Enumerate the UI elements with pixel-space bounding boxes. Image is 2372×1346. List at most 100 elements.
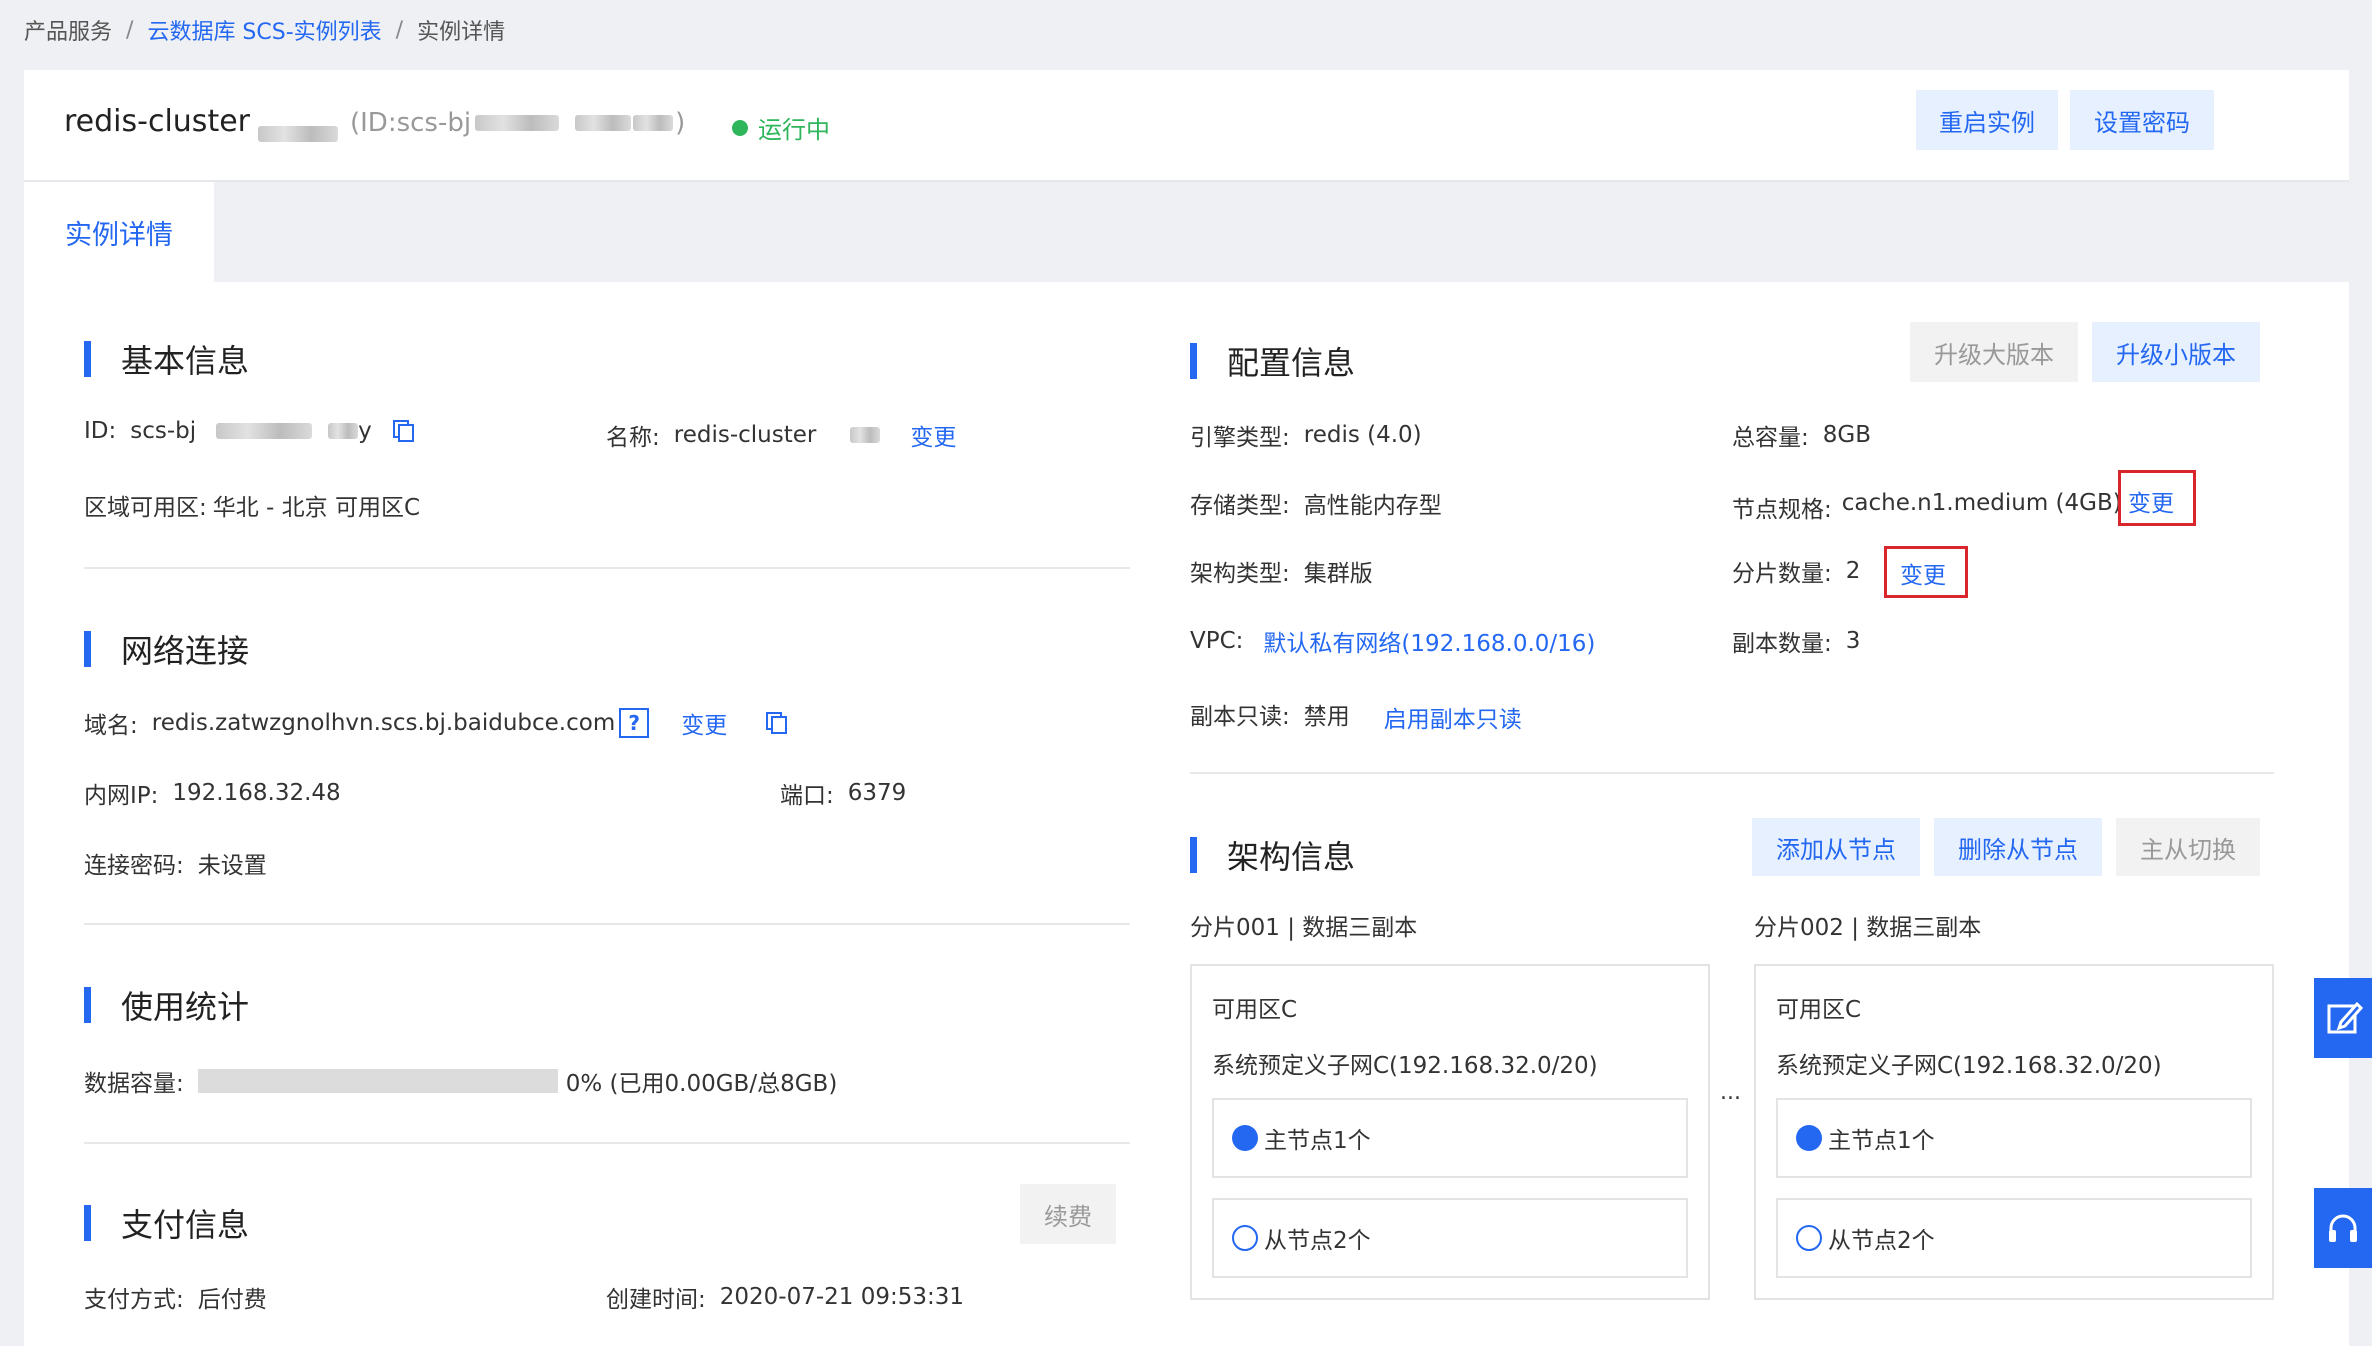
section-divider (1190, 772, 2274, 774)
section-title-text: 架构信息 (1227, 838, 1356, 876)
domain-label: 域名: (84, 713, 138, 739)
renew-button[interactable]: 续费 (1020, 1184, 1116, 1244)
copy-icon[interactable] (765, 711, 789, 735)
copy-icon[interactable] (392, 419, 416, 443)
change-spec-link[interactable]: 变更 (2128, 484, 2174, 518)
redacted-text (216, 423, 313, 439)
master-node-item[interactable]: 主节点1个 (1776, 1098, 2252, 1178)
enable-readonly-link[interactable]: 启用副本只读 (1384, 700, 1522, 734)
basic-name-row: 名称: redis-cluster 变更 (606, 418, 956, 452)
vpc-link[interactable]: 默认私有网络(192.168.0.0/16) (1263, 624, 1595, 658)
shard-count-value: 2 (1845, 558, 1861, 584)
breadcrumb-instance-list[interactable]: 云数据库 SCS-实例列表 (147, 14, 381, 46)
section-title-text: 配置信息 (1227, 344, 1356, 382)
edit-icon[interactable] (2314, 978, 2372, 1058)
vpc-label: VPC: (1190, 628, 1244, 654)
storage-label: 存储类型: (1190, 493, 1290, 519)
config-total-row: 总容量: 8GB (1732, 418, 1871, 452)
section-divider (84, 1142, 1130, 1144)
tab-bar (24, 180, 2349, 282)
capacity-label: 数据容量: (84, 1071, 184, 1097)
slave-node-icon (1232, 1225, 1258, 1251)
id-label: ID: (84, 418, 117, 444)
section-title-text: 使用统计 (121, 988, 250, 1026)
ip-value: 192.168.32.48 (172, 780, 341, 806)
master-node-item[interactable]: 主节点1个 (1212, 1098, 1688, 1178)
password-value: 未设置 (197, 853, 267, 879)
change-shard-count-link[interactable]: 变更 (1900, 556, 1946, 590)
config-shard-row: 分片数量: 2 (1732, 554, 1860, 588)
shard-title: 分片001 | 数据三副本 (1190, 915, 1418, 941)
change-name-link[interactable]: 变更 (910, 418, 956, 452)
breadcrumb-products[interactable]: 产品服务 (24, 14, 112, 46)
password-label: 连接密码: (84, 853, 184, 879)
master-slave-switch-button[interactable]: 主从切换 (2116, 818, 2260, 876)
name-value: redis-cluster (673, 422, 817, 448)
redacted-text (475, 115, 560, 131)
created-time-value: 2020-07-21 09:53:31 (719, 1284, 965, 1310)
section-accent-bar (1190, 837, 1197, 873)
section-divider (84, 923, 1130, 925)
redacted-text (850, 427, 881, 443)
id-value-suffix: y (358, 418, 372, 444)
storage-value: 高性能内存型 (1303, 493, 1442, 519)
readonly-value: 禁用 (1303, 704, 1350, 730)
created-time-label: 创建时间: (606, 1287, 706, 1313)
add-slave-node-button[interactable]: 添加从节点 (1752, 818, 1920, 876)
section-accent-bar (84, 987, 91, 1023)
shard-subnet-link[interactable]: 系统预定义子网C(192.168.32.0/20) (1776, 1046, 2162, 1080)
change-domain-link[interactable]: 变更 (681, 706, 727, 740)
slave-node-label: 从节点2个 (1264, 1228, 1371, 1254)
status-dot-icon (732, 119, 748, 136)
readonly-label: 副本只读: (1190, 704, 1290, 730)
set-password-button[interactable]: 设置密码 (2070, 90, 2214, 150)
total-capacity-label: 总容量: (1732, 425, 1809, 451)
shard-zone: 可用区C (1212, 997, 1298, 1023)
tab-instance-detail[interactable]: 实例详情 (24, 182, 214, 282)
help-icon[interactable]: ? (619, 708, 650, 738)
slave-node-item[interactable]: 从节点2个 (1212, 1198, 1688, 1278)
network-domain-row: 域名: redis.zatwzgnolhvn.scs.bj.baidubce.c… (84, 706, 789, 740)
config-engine-row: 引擎类型: redis (4.0) (1190, 418, 1422, 452)
config-storage-row: 存储类型: 高性能内存型 (1190, 486, 1442, 520)
instance-id: (ID:scs-bj ) (350, 108, 685, 138)
headset-icon[interactable] (2314, 1188, 2372, 1268)
network-password-row: 连接密码: 未设置 (84, 846, 267, 880)
upgrade-major-version-button[interactable]: 升级大版本 (1910, 322, 2078, 382)
upgrade-minor-version-button[interactable]: 升级小版本 (2092, 322, 2260, 382)
arch-type-value: 集群版 (1303, 561, 1373, 587)
network-port-row: 端口: 6379 (780, 776, 906, 810)
master-node-label: 主节点1个 (1828, 1128, 1935, 1154)
section-accent-bar (84, 1205, 91, 1241)
redacted-text (633, 115, 674, 131)
breadcrumb-separator: / (395, 17, 404, 43)
payment-created-row: 创建时间: 2020-07-21 09:53:31 (606, 1280, 964, 1314)
master-node-icon (1796, 1125, 1822, 1151)
config-arch-row: 架构类型: 集群版 (1190, 554, 1373, 588)
slave-node-item[interactable]: 从节点2个 (1776, 1198, 2252, 1278)
section-title-text: 网络连接 (121, 632, 250, 670)
shard-subnet-link[interactable]: 系统预定义子网C(192.168.32.0/20) (1212, 1046, 1598, 1080)
section-title-text: 基本信息 (121, 342, 250, 380)
restart-instance-button[interactable]: 重启实例 (1916, 90, 2058, 150)
status-text: 运行中 (758, 116, 830, 144)
network-ip-row: 内网IP: 192.168.32.48 (84, 776, 341, 810)
replica-count-value: 3 (1845, 628, 1861, 654)
region-label: 区域可用区: (84, 495, 207, 521)
instance-name: redis-cluster (64, 104, 250, 139)
delete-slave-node-button[interactable]: 删除从节点 (1934, 818, 2102, 876)
shard-count-label: 分片数量: (1732, 561, 1832, 587)
arch-type-label: 架构类型: (1190, 561, 1290, 587)
domain-value: redis.zatwzgnolhvn.scs.bj.baidubce.com (151, 710, 616, 736)
region-value: 华北 - 北京 可用区C (212, 495, 421, 521)
engine-label: 引擎类型: (1190, 425, 1290, 451)
port-value: 6379 (847, 780, 907, 806)
ip-label: 内网IP: (84, 783, 159, 809)
replica-count-label: 副本数量: (1732, 631, 1832, 657)
slave-node-label: 从节点2个 (1828, 1228, 1935, 1254)
master-node-label: 主节点1个 (1264, 1128, 1371, 1154)
section-title-config: 配置信息 (1190, 338, 1355, 384)
section-title-text: 支付信息 (121, 1206, 250, 1244)
section-divider (84, 567, 1130, 569)
section-accent-bar (84, 341, 91, 377)
